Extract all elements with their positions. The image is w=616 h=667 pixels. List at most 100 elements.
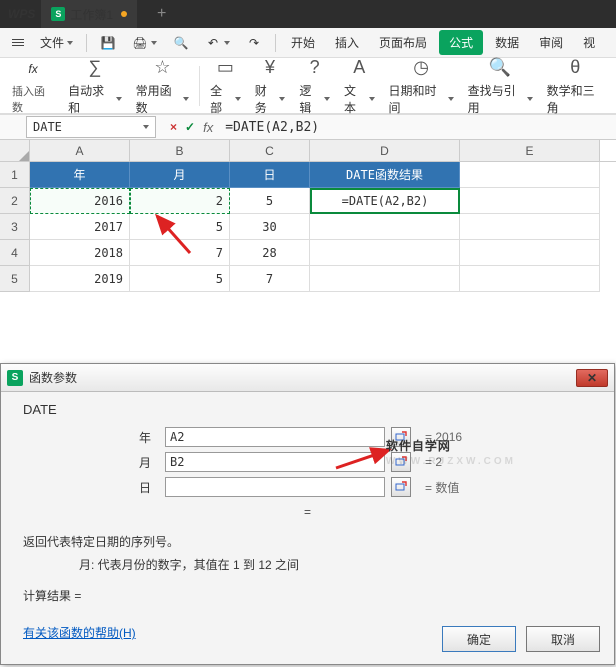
rb-lookup[interactable]: 🔍查找与引用 — [462, 54, 539, 118]
formula-bar-row: DATE × ✓ fx — [0, 114, 616, 140]
ref-button-year[interactable] — [391, 427, 411, 447]
param-result-year: = 2016 — [425, 430, 462, 444]
cell-A5[interactable]: 2019 — [30, 266, 130, 292]
cell-C4[interactable]: 28 — [230, 240, 310, 266]
tab-layout[interactable]: 页面布局 — [371, 30, 435, 55]
cell-B2[interactable]: 2 — [130, 188, 230, 214]
cell-D5[interactable] — [310, 266, 460, 292]
param-result-month: = 2 — [425, 455, 442, 469]
param-row-year: 年 = 2016 — [19, 427, 596, 447]
workbook-tab[interactable]: S 工作簿1 — [41, 0, 137, 28]
cell-B5[interactable]: 5 — [130, 266, 230, 292]
rb-insert-function[interactable]: fx插入函数 — [6, 55, 60, 117]
param-row-day: 日 = 数值 — [19, 477, 596, 497]
cell-C5[interactable]: 7 — [230, 266, 310, 292]
rb-text[interactable]: A文本 — [338, 54, 381, 118]
header-year[interactable]: 年 — [30, 162, 130, 188]
dialog-close-button[interactable]: ✕ — [576, 369, 608, 387]
dialog-titlebar[interactable]: S 函数参数 ✕ — [1, 364, 614, 392]
name-box[interactable]: DATE — [26, 116, 156, 138]
dialog-app-icon: S — [7, 370, 23, 386]
rb-datetime[interactable]: ◷日期和时间 — [383, 54, 460, 118]
row-2[interactable]: 2 — [0, 188, 30, 214]
formula-cancel[interactable]: × — [170, 120, 177, 134]
cell-A4[interactable]: 2018 — [30, 240, 130, 266]
col-B[interactable]: B — [130, 140, 230, 161]
menu-hamburger[interactable] — [6, 36, 30, 49]
sigma-icon: ∑ — [88, 56, 101, 80]
rb-common[interactable]: ☆常用函数 — [130, 54, 196, 118]
tab-insert[interactable]: 插入 — [327, 30, 367, 55]
preview-icon: 🔍 — [173, 35, 189, 51]
tab-start[interactable]: 开始 — [283, 30, 323, 55]
cell-E3[interactable] — [460, 214, 600, 240]
col-C[interactable]: C — [230, 140, 310, 161]
header-result[interactable]: DATE函数结果 — [310, 162, 460, 188]
dialog-param-description: 月: 代表月份的数字，其值在 1 到 12 之间 — [79, 556, 592, 573]
cell-E1[interactable] — [460, 162, 600, 188]
ribbon: fx插入函数 ∑自动求和 ☆常用函数 ▭全部 ¥财务 ?逻辑 A文本 ◷日期和时… — [0, 58, 616, 114]
col-A[interactable]: A — [30, 140, 130, 161]
formula-input[interactable] — [219, 116, 616, 138]
param-label: 月 — [19, 454, 159, 471]
cell-A2[interactable]: 2016 — [30, 188, 130, 214]
row-5[interactable]: 5 — [0, 266, 30, 292]
param-input-month[interactable] — [165, 452, 385, 472]
app-logo: WPS — [8, 7, 35, 21]
dialog-help-link[interactable]: 有关该函数的帮助(H) — [23, 624, 136, 641]
modified-dot-icon — [121, 11, 127, 17]
menu-file[interactable]: 文件 — [34, 31, 79, 54]
dialog-ok-button[interactable]: 确定 — [442, 626, 516, 652]
rb-finance[interactable]: ¥财务 — [249, 54, 292, 118]
select-all-corner[interactable] — [0, 140, 30, 161]
angle-icon: θ — [570, 56, 580, 80]
qat-save[interactable]: 💾 — [94, 32, 122, 54]
ref-button-day[interactable] — [391, 477, 411, 497]
cell-C3[interactable]: 30 — [230, 214, 310, 240]
dialog-equals: = — [19, 505, 596, 519]
cell-C2[interactable]: 5 — [230, 188, 310, 214]
row-3[interactable]: 3 — [0, 214, 30, 240]
cell-D3[interactable] — [310, 214, 460, 240]
header-day[interactable]: 日 — [230, 162, 310, 188]
redo-icon: ↷ — [246, 35, 262, 51]
rb-autosum[interactable]: ∑自动求和 — [62, 54, 128, 118]
fx-label-icon[interactable]: fx — [203, 120, 213, 135]
param-label: 日 — [19, 479, 159, 496]
cell-B3[interactable]: 5 — [130, 214, 230, 240]
param-label: 年 — [19, 429, 159, 446]
qat-print[interactable]: 🖨 — [126, 32, 163, 54]
row-1[interactable]: 1 — [0, 162, 30, 188]
tab-view[interactable]: 视 — [575, 30, 603, 55]
tab-review[interactable]: 审阅 — [531, 30, 571, 55]
clock-icon: ◷ — [413, 56, 429, 80]
header-month[interactable]: 月 — [130, 162, 230, 188]
col-D[interactable]: D — [310, 140, 460, 161]
tab-data[interactable]: 数据 — [487, 30, 527, 55]
cell-D4[interactable] — [310, 240, 460, 266]
param-input-year[interactable] — [165, 427, 385, 447]
cell-D2[interactable]: =DATE(A2,B2) — [310, 188, 460, 214]
name-box-value: DATE — [33, 120, 62, 134]
tab-formula[interactable]: 公式 — [439, 30, 483, 55]
ref-button-month[interactable] — [391, 452, 411, 472]
param-input-day[interactable] — [165, 477, 385, 497]
col-E[interactable]: E — [460, 140, 600, 161]
cell-E5[interactable] — [460, 266, 600, 292]
titlebar: WPS S 工作簿1 + — [0, 0, 616, 28]
new-tab-button[interactable]: + — [137, 0, 186, 28]
qat-redo[interactable]: ↷ — [240, 32, 268, 54]
tab-label: 工作簿1 — [70, 6, 113, 23]
row-4[interactable]: 4 — [0, 240, 30, 266]
qat-preview[interactable]: 🔍 — [167, 32, 195, 54]
rb-math[interactable]: θ数学和三角 — [541, 54, 610, 118]
dialog-cancel-button[interactable]: 取消 — [526, 626, 600, 652]
cell-B4[interactable]: 7 — [130, 240, 230, 266]
formula-accept[interactable]: ✓ — [185, 120, 195, 134]
cell-E4[interactable] — [460, 240, 600, 266]
qat-undo[interactable]: ↶ — [199, 32, 236, 54]
cell-E2[interactable] — [460, 188, 600, 214]
cell-A3[interactable]: 2017 — [30, 214, 130, 240]
rb-all[interactable]: ▭全部 — [204, 54, 247, 118]
rb-logic[interactable]: ?逻辑 — [293, 54, 336, 118]
